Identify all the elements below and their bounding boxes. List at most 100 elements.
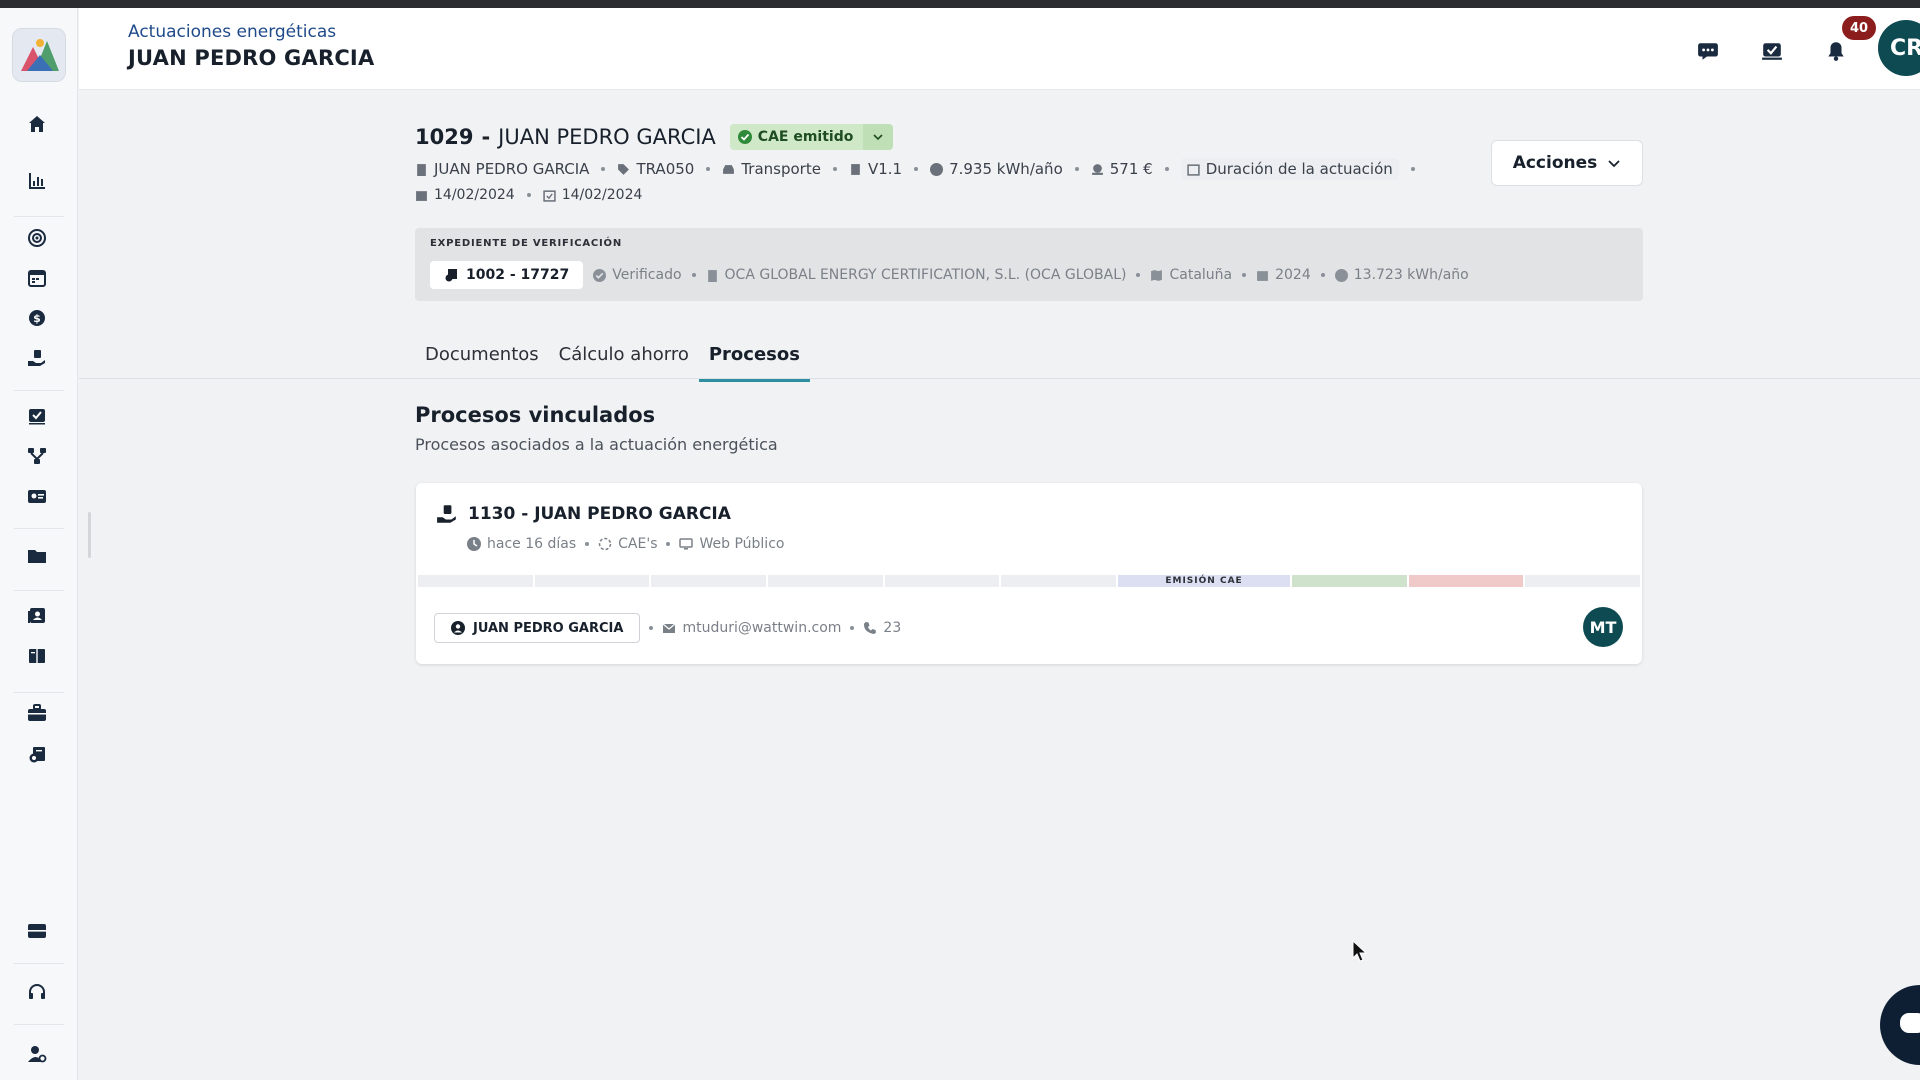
actuation-summary: 1029 - JUAN PEDRO GARCIA CAE emitido JUA… bbox=[415, 122, 1427, 208]
code-text: TRA050 bbox=[636, 160, 695, 178]
app-logo[interactable] bbox=[12, 28, 66, 82]
version-text: V1.1 bbox=[867, 160, 903, 178]
status-label: CAE emitido bbox=[730, 129, 864, 145]
actions-label: Acciones bbox=[1512, 153, 1598, 173]
tasks-icon[interactable] bbox=[1759, 38, 1785, 64]
stage-segment bbox=[768, 575, 883, 587]
certificate-icon[interactable] bbox=[25, 743, 49, 767]
type-text: CAE's bbox=[618, 536, 658, 552]
verification-code: 1002 - 17727 bbox=[466, 267, 570, 283]
actions-button[interactable]: Acciones bbox=[1491, 140, 1643, 186]
email-text: mtuduri@wattwin.com bbox=[682, 620, 842, 636]
separator-dot bbox=[914, 167, 919, 171]
document-icon bbox=[851, 163, 860, 175]
sidebar: $ bbox=[0, 8, 78, 1080]
separator-dot bbox=[526, 193, 531, 197]
briefcase-icon[interactable] bbox=[25, 701, 49, 725]
sidebar-resize-handle[interactable] bbox=[88, 512, 91, 558]
email-item[interactable]: mtuduri@wattwin.com bbox=[662, 620, 841, 636]
phone-icon bbox=[864, 622, 877, 634]
home-icon[interactable] bbox=[25, 112, 49, 136]
tab-documentos[interactable]: Documentos bbox=[415, 334, 549, 382]
process-card[interactable]: 1130 - JUAN PEDRO GARCIA hace 16 días CA… bbox=[416, 483, 1642, 664]
chat-widget-button[interactable] bbox=[1880, 985, 1920, 1065]
energy-icon bbox=[930, 162, 944, 176]
check-circle-icon bbox=[737, 130, 752, 144]
process-stages: EMISIÓN CAE bbox=[418, 575, 1641, 587]
status-dropdown[interactable]: CAE emitido bbox=[729, 124, 894, 150]
user-settings-icon[interactable] bbox=[25, 1042, 49, 1066]
owner-text: JUAN PEDRO GARCIA bbox=[434, 160, 590, 178]
calendar-icon[interactable] bbox=[25, 266, 49, 290]
hand-holding-icon bbox=[437, 505, 456, 523]
workflow-icon[interactable] bbox=[25, 444, 49, 468]
tab-procesos[interactable]: Procesos bbox=[698, 334, 810, 382]
energy-text: 7.935 kWh/año bbox=[949, 160, 1063, 178]
money-icon[interactable]: $ bbox=[25, 306, 49, 330]
clock-icon bbox=[467, 537, 481, 551]
headset-icon[interactable] bbox=[25, 980, 49, 1004]
time-item: hace 16 días bbox=[467, 536, 576, 552]
bell-icon[interactable] bbox=[1823, 38, 1849, 64]
separator-dot bbox=[649, 626, 654, 630]
contact-chip[interactable]: JUAN PEDRO GARCIA bbox=[434, 613, 641, 643]
contacts-icon[interactable] bbox=[25, 604, 49, 628]
id-card-icon[interactable] bbox=[25, 484, 49, 508]
separator-dot bbox=[1164, 167, 1169, 171]
assignee-avatar[interactable]: MT bbox=[1583, 607, 1623, 647]
duration-item[interactable]: Duración de la actuación bbox=[1180, 158, 1399, 180]
map-icon bbox=[1151, 269, 1163, 281]
chart-icon[interactable] bbox=[25, 169, 49, 193]
tab-bar: Documentos Cálculo ahorro Procesos bbox=[415, 334, 810, 382]
version-item: V1.1 bbox=[849, 160, 902, 178]
hand-holding-icon[interactable] bbox=[25, 346, 49, 370]
title-row: 1029 - JUAN PEDRO GARCIA CAE emitido bbox=[415, 122, 1427, 152]
status-text: CAE emitido bbox=[757, 129, 854, 145]
phone-text: 23 bbox=[883, 620, 902, 636]
monitor-icon bbox=[679, 538, 694, 550]
sidebar-separator bbox=[14, 390, 64, 391]
spinner-icon bbox=[598, 537, 612, 551]
stage-segment bbox=[1001, 575, 1117, 587]
chat-bubble-icon bbox=[1900, 1013, 1920, 1033]
actuation-id: 1029 bbox=[415, 125, 474, 149]
separator-dot bbox=[832, 167, 837, 171]
user-circle-icon bbox=[451, 621, 465, 635]
car-icon bbox=[723, 164, 735, 174]
verification-panel: EXPEDIENTE DE VERIFICACIÓN 1002 - 17727 … bbox=[415, 228, 1643, 301]
checklist-icon[interactable] bbox=[25, 404, 49, 428]
chevron-down-icon[interactable] bbox=[863, 124, 894, 150]
target-icon[interactable] bbox=[25, 226, 49, 250]
channel-text: Web Público bbox=[699, 536, 785, 552]
inbox-icon[interactable] bbox=[25, 919, 49, 943]
sidebar-separator bbox=[14, 963, 64, 964]
verification-code-chip[interactable]: 1002 - 17727 bbox=[430, 261, 584, 289]
company-item: OCA GLOBAL ENERGY CERTIFICATION, S.L. (O… bbox=[706, 267, 1127, 283]
breadcrumb[interactable]: Actuaciones energéticas bbox=[128, 22, 336, 42]
notification-badge[interactable]: 40 bbox=[1842, 16, 1876, 40]
building-icon bbox=[707, 269, 717, 282]
stage-segment bbox=[418, 575, 533, 587]
tab-calculo-ahorro[interactable]: Cálculo ahorro bbox=[549, 334, 699, 382]
mouse-cursor-icon bbox=[1352, 940, 1368, 962]
book-icon[interactable] bbox=[25, 644, 49, 668]
process-title[interactable]: 1130 - JUAN PEDRO GARCIA bbox=[436, 503, 731, 525]
stage-segment bbox=[1292, 575, 1407, 587]
verification-row: 1002 - 17727 Verificado OCA GLOBAL ENERG… bbox=[430, 261, 1469, 289]
amount-text: 571 € bbox=[1109, 160, 1153, 178]
tabs-divider bbox=[79, 378, 1920, 379]
phone-item[interactable]: 23 bbox=[863, 620, 901, 636]
separator-dot bbox=[1136, 273, 1141, 277]
separator-dot bbox=[666, 542, 671, 546]
process-title-text: 1130 - JUAN PEDRO GARCIA bbox=[468, 504, 731, 524]
chat-icon[interactable] bbox=[1695, 38, 1721, 64]
sector-item: Transporte bbox=[722, 160, 821, 178]
stage-segment bbox=[1525, 575, 1641, 587]
separator-dot bbox=[601, 167, 606, 171]
folder-icon[interactable] bbox=[25, 544, 49, 568]
energy-item: 7.935 kWh/año bbox=[930, 160, 1063, 178]
sidebar-separator bbox=[14, 528, 64, 529]
title-dash: - bbox=[481, 125, 491, 149]
meta-row: JUAN PEDRO GARCIA TRA050 Transporte V1.1… bbox=[415, 156, 1427, 182]
company-text: OCA GLOBAL ENERGY CERTIFICATION, S.L. (O… bbox=[724, 267, 1127, 283]
